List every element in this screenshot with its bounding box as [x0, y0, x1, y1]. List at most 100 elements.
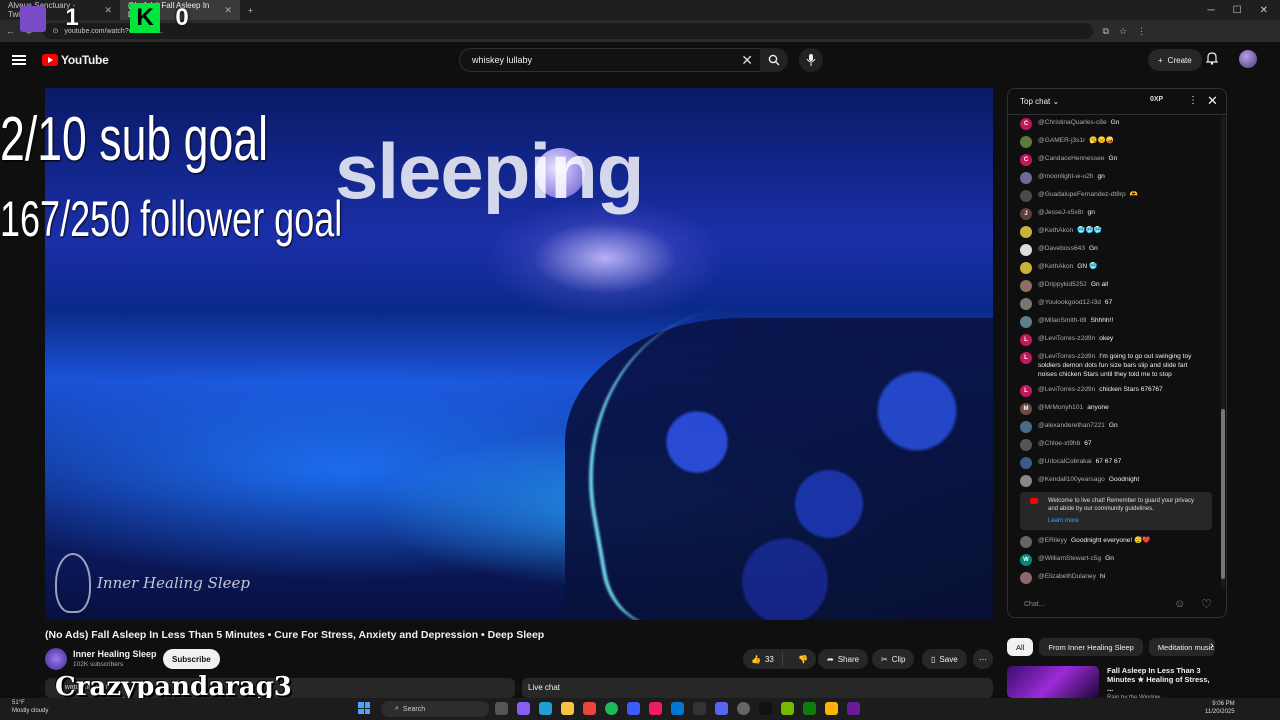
close-window-icon[interactable]: ✕ — [1260, 5, 1268, 16]
chat-avatar[interactable] — [1020, 421, 1032, 433]
chat-username[interactable]: @Daveboss643 — [1038, 245, 1085, 252]
like-button[interactable]: 👍 33 — [743, 652, 783, 666]
obs-icon[interactable] — [737, 702, 750, 715]
chat-username[interactable]: @LeviTorres-z2d9n — [1038, 353, 1095, 360]
chat-avatar[interactable] — [1020, 244, 1032, 256]
chat-username[interactable]: @ElizabethDulaney — [1038, 573, 1096, 580]
discord-icon[interactable] — [715, 702, 728, 715]
chat-username[interactable]: @Drippykid5252 — [1038, 281, 1087, 288]
chip-meditation[interactable]: Meditation music — [1148, 638, 1215, 656]
search-button[interactable] — [760, 48, 788, 72]
chat-username[interactable]: @MilanSmith-t8l — [1038, 317, 1086, 324]
chip-from-channel[interactable]: From Inner Healing Sleep — [1039, 638, 1143, 656]
chat-username[interactable]: @JesseJ-x5x8r — [1038, 209, 1084, 216]
chat-username[interactable]: @Youlookgood12-l3d — [1038, 299, 1101, 306]
channel-name[interactable]: Inner Healing Sleep — [73, 649, 157, 659]
chat-scroll-thumb[interactable] — [1221, 409, 1225, 579]
chat-username[interactable]: @Chloe-xt9hb — [1038, 440, 1080, 447]
clear-search-icon[interactable]: ✕ — [741, 52, 753, 69]
minimize-icon[interactable]: ─ — [1208, 5, 1215, 16]
chat-avatar[interactable]: L — [1020, 334, 1032, 346]
channel-avatar[interactable] — [45, 648, 67, 670]
task-view-icon[interactable] — [495, 702, 508, 715]
close-icon[interactable]: ✕ — [104, 5, 112, 16]
chat-menu-icon[interactable]: ⋮ — [1188, 95, 1198, 106]
youtube-logo[interactable]: YouTube — [42, 53, 109, 67]
chat-avatar[interactable] — [1020, 280, 1032, 292]
chip-all[interactable]: All — [1007, 638, 1034, 656]
chat-username[interactable]: @LeviTorres-z2d9n — [1038, 335, 1095, 342]
nvidia-icon[interactable] — [781, 702, 794, 715]
chat-username[interactable]: @Kendall100yearsago — [1038, 476, 1105, 483]
xp-badge[interactable]: 0XP — [1150, 96, 1163, 103]
chat-avatar[interactable] — [1020, 457, 1032, 469]
dislike-button[interactable]: 👎 — [790, 655, 816, 664]
app-icon[interactable] — [847, 702, 860, 715]
extensions-icon[interactable]: ⧉ — [1103, 26, 1109, 37]
chat-avatar[interactable]: M — [1020, 403, 1032, 415]
chat-username[interactable]: @LeviTorres-z2d9n — [1038, 386, 1095, 393]
emoji-icon[interactable]: ☺ — [1174, 598, 1185, 610]
maximize-icon[interactable]: ☐ — [1233, 5, 1242, 16]
app-icon[interactable] — [627, 702, 640, 715]
chat-avatar[interactable]: W — [1020, 554, 1032, 566]
subscribe-button[interactable]: Subscribe — [163, 649, 220, 669]
chat-username[interactable]: @WilliamStewart-c5g — [1038, 555, 1101, 562]
close-chat-icon[interactable]: ✕ — [1207, 93, 1218, 109]
app-icon[interactable] — [825, 702, 838, 715]
chat-username[interactable]: @ChristinaQuarles-c8e — [1038, 119, 1107, 126]
new-tab-icon[interactable]: + — [240, 0, 261, 20]
xbox-icon[interactable] — [803, 702, 816, 715]
page-scrollbar[interactable] — [1270, 42, 1278, 692]
bookmark-star-icon[interactable]: ☆ — [1119, 26, 1127, 37]
account-avatar[interactable] — [1239, 50, 1257, 68]
chat-avatar[interactable]: J — [1020, 208, 1032, 220]
recommended-video[interactable]: Fall Asleep In Less Than 3 Minutes ★ Hea… — [1007, 666, 1217, 701]
chat-username[interactable]: @GuadalupeFernandez-dt8rp — [1038, 191, 1126, 198]
edge-icon[interactable] — [539, 702, 552, 715]
chat-username[interactable]: @KethAkon — [1038, 227, 1073, 234]
chat-avatar[interactable] — [1020, 475, 1032, 487]
notifications-bell-icon[interactable] — [1206, 51, 1218, 65]
taskbar-search[interactable]: ⌕ Search — [381, 701, 489, 717]
chat-username[interactable]: @UrlocalCobrakai — [1038, 458, 1092, 465]
live-chat-toggle[interactable]: Live chat — [522, 678, 993, 698]
chat-avatar[interactable] — [1020, 226, 1032, 238]
chat-avatar[interactable]: C — [1020, 154, 1032, 166]
chat-avatar[interactable] — [1020, 190, 1032, 202]
save-button[interactable]: ▯ Save — [922, 649, 967, 669]
file-explorer-icon[interactable] — [561, 702, 574, 715]
chat-username[interactable]: @ERileyy — [1038, 537, 1067, 544]
chat-avatar[interactable] — [1020, 262, 1032, 274]
back-icon[interactable]: ← — [6, 26, 15, 36]
chrome-icon[interactable] — [583, 702, 596, 715]
chevron-right-icon[interactable]: › — [1210, 640, 1214, 652]
chat-avatar[interactable] — [1020, 172, 1032, 184]
chat-avatar[interactable]: C — [1020, 118, 1032, 130]
start-button[interactable] — [358, 702, 370, 714]
chat-username[interactable]: @MrMonyh101 — [1038, 404, 1083, 411]
chat-username[interactable]: @moonlight-w-u2h — [1038, 173, 1093, 180]
browser-menu-icon[interactable]: ⋮ — [1137, 26, 1146, 37]
chat-username[interactable]: @GAMER-j3s1r — [1038, 137, 1085, 144]
close-icon[interactable]: ✕ — [224, 5, 232, 16]
clip-button[interactable]: ✂ Clip — [872, 649, 915, 669]
tiktok-icon[interactable] — [649, 702, 662, 715]
chat-input[interactable]: Chat... ☺ ♡ — [1016, 595, 1216, 613]
weather-widget[interactable]: 51°F Mostly cloudy — [12, 699, 48, 715]
chat-avatar[interactable] — [1020, 316, 1032, 328]
heart-icon[interactable]: ♡ — [1201, 597, 1212, 611]
learn-more-link[interactable]: Learn more — [1048, 517, 1204, 525]
search-box[interactable]: ✕ — [459, 48, 762, 72]
share-button[interactable]: ➦ Share — [818, 649, 869, 669]
create-button[interactable]: + Create — [1148, 49, 1202, 71]
spotify-icon[interactable] — [605, 702, 618, 715]
chat-avatar[interactable] — [1020, 572, 1032, 584]
system-clock[interactable]: 9:06 PM 11/20/2025 — [1205, 700, 1235, 716]
chat-avatar[interactable]: L — [1020, 352, 1032, 364]
chat-username[interactable]: @CandaceHennessee — [1038, 155, 1104, 162]
chat-avatar[interactable] — [1020, 439, 1032, 451]
chat-username[interactable]: @KethAkon — [1038, 263, 1073, 270]
chat-avatar[interactable] — [1020, 298, 1032, 310]
chat-avatar[interactable] — [1020, 536, 1032, 548]
